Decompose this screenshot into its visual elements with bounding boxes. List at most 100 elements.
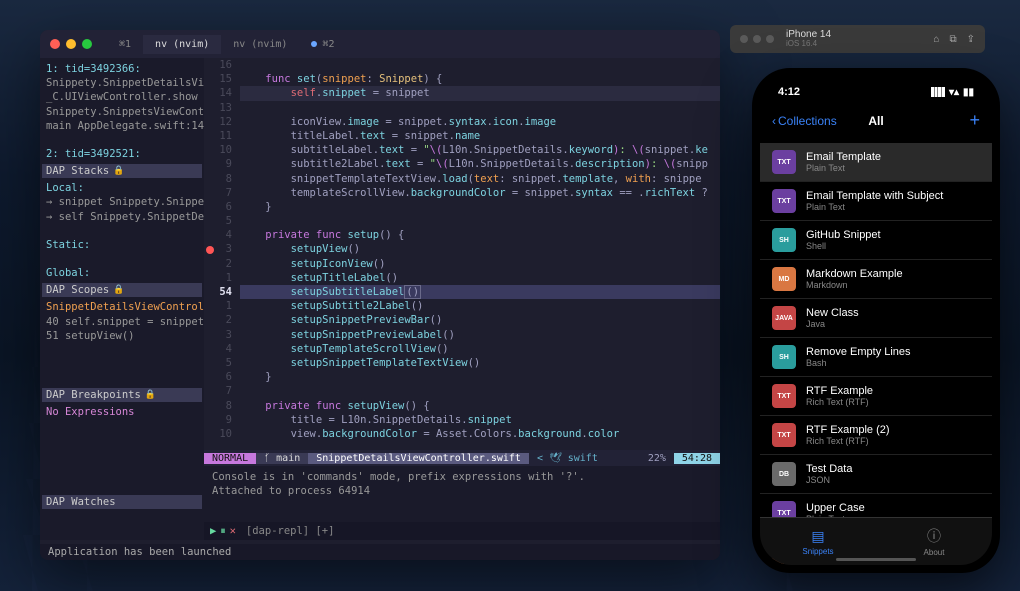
filename: SnippetDetailsViewController.swift — [308, 453, 529, 464]
file-type-icon: SH — [772, 345, 796, 369]
nav-bar: ‹Collections All + — [760, 104, 992, 137]
file-type-icon: TXT — [772, 423, 796, 447]
battery-icon: ▮▮ — [963, 87, 974, 98]
code-line[interactable] — [240, 384, 720, 398]
stop-icon[interactable]: ✕ — [230, 525, 236, 538]
home-icon[interactable]: ⌂ — [933, 34, 939, 45]
list-item[interactable]: MDMarkdown ExampleMarkdown — [760, 260, 992, 299]
code-line[interactable]: setupTemplateScrollView() — [240, 342, 720, 356]
screenshot-icon[interactable]: ⧉ — [949, 34, 956, 45]
debug-sidebar[interactable]: 1: tid=3492366: Snippety.SnippetDetailsV… — [40, 58, 204, 540]
share-icon[interactable]: ⇪ — [967, 34, 975, 45]
code-line[interactable]: func set(snippet: Snippet) { — [240, 72, 720, 86]
code-line[interactable]: templateScrollView.backgroundColor = sni… — [240, 186, 720, 200]
code-line[interactable]: snippetTemplateTextView.load(text: snipp… — [240, 172, 720, 186]
terminal-titlebar: ⌘1nv (nvim)nv (nvim)⌘2 — [40, 30, 720, 58]
snippet-list[interactable]: TXTEmail TemplatePlain TextTXTEmail Temp… — [760, 143, 992, 565]
os-version: iOS 16.4 — [786, 40, 933, 48]
dap-stacks-header[interactable]: DAP Stacks🔒 — [42, 164, 202, 178]
minimize-icon[interactable] — [66, 39, 76, 49]
line-number: 12 — [204, 115, 232, 129]
list-item[interactable]: TXTRTF Example (2)Rich Text (RTF) — [760, 416, 992, 455]
repl-tab[interactable]: [dap-repl] [+] — [246, 525, 335, 537]
tab-icon: ⓘ — [927, 526, 941, 546]
window-controls — [740, 35, 774, 43]
line-number: 9 — [204, 413, 232, 427]
sidebar-line[interactable]: _C.UIViewController.show → — [46, 90, 198, 104]
code-line[interactable]: self.snippet = snippet — [240, 86, 720, 100]
sidebar-line[interactable]: main AppDelegate.swift:14 — [46, 119, 198, 133]
list-item[interactable]: TXTRTF ExampleRich Text (RTF) — [760, 377, 992, 416]
code-line[interactable]: setupSnippetTemplateTextView() — [240, 356, 720, 370]
code-line[interactable]: setupIconView() — [240, 257, 720, 271]
item-subtitle: Java — [806, 319, 980, 329]
code-line[interactable]: iconView.image = snippet.syntax.icon.ima… — [240, 115, 720, 129]
code-line[interactable]: setupSnippetPreviewBar() — [240, 313, 720, 327]
item-title: RTF Example (2) — [806, 424, 980, 436]
code-line[interactable]: subtitleLabel.text = "\(L10n.SnippetDeta… — [240, 143, 720, 157]
file-type-icon: TXT — [772, 189, 796, 213]
bottom-bar: ▶ ⏸ ✕ [dap-repl] [+] — [204, 522, 720, 540]
sidebar-line[interactable]: → self Snippety.SnippetDe — [46, 210, 198, 224]
add-button[interactable]: + — [969, 110, 980, 131]
file-type-icon: SH — [772, 228, 796, 252]
sidebar-line[interactable]: 40 self.snippet = snippet — [46, 315, 198, 329]
list-item[interactable]: SHRemove Empty LinesBash — [760, 338, 992, 377]
terminal-tab[interactable]: ⌘2 — [299, 35, 346, 54]
code-line[interactable]: view.backgroundColor = Asset.Colors.back… — [240, 427, 720, 441]
list-item[interactable]: TXTEmail TemplatePlain Text — [760, 143, 992, 182]
sidebar-line[interactable]: Snippety.SnippetDetailsVi — [46, 76, 198, 90]
code-line[interactable]: setupSubtitle2Label() — [240, 299, 720, 313]
pause-icon[interactable]: ⏸ — [220, 525, 225, 538]
code-line[interactable]: title = L10n.SnippetDetails.snippet — [240, 413, 720, 427]
code-line[interactable]: setupView() — [240, 242, 720, 256]
list-item[interactable]: TXTEmail Template with SubjectPlain Text — [760, 182, 992, 221]
statusline: NORMAL ᚶ main SnippetDetailsViewControll… — [204, 450, 720, 466]
file-type-icon: DB — [772, 462, 796, 486]
sidebar-line[interactable]: → snippet Snippety.Snippe — [46, 195, 198, 209]
sidebar-line[interactable]: 51 setupView() — [46, 329, 198, 343]
list-item[interactable]: SHGitHub SnippetShell — [760, 221, 992, 260]
list-item[interactable]: JAVANew ClassJava — [760, 299, 992, 338]
code-line[interactable]: private func setupView() { — [240, 399, 720, 413]
breakpoint-icon[interactable] — [206, 246, 214, 254]
file-type-icon: TXT — [772, 150, 796, 174]
code-editor[interactable]: 161514131211109876543215412345678910 fun… — [204, 58, 720, 540]
code-line[interactable]: subtitle2Label.text = "\(L10n.SnippetDet… — [240, 157, 720, 171]
maximize-icon[interactable] — [82, 39, 92, 49]
back-button[interactable]: ‹Collections — [772, 114, 837, 128]
line-gutter: 161514131211109876543215412345678910 — [204, 58, 240, 450]
line-number: 2 — [204, 313, 232, 327]
code-line[interactable]: setupSnippetPreviewLabel() — [240, 328, 720, 342]
item-title: Test Data — [806, 463, 980, 475]
line-number: 6 — [204, 200, 232, 214]
dap-scopes-header[interactable]: DAP Scopes🔒 — [42, 283, 202, 297]
code-line[interactable]: } — [240, 370, 720, 384]
item-title: New Class — [806, 307, 980, 319]
code-line[interactable]: titleLabel.text = snippet.name — [240, 129, 720, 143]
code-line[interactable] — [240, 101, 720, 115]
close-icon[interactable] — [50, 39, 60, 49]
code-lines[interactable]: func set(snippet: Snippet) { self.snippe… — [240, 58, 720, 450]
code-line[interactable]: } — [240, 200, 720, 214]
line-number: 6 — [204, 370, 232, 384]
play-icon[interactable]: ▶ — [210, 525, 216, 538]
sidebar-line[interactable]: Snippety.SnippetsViewCont — [46, 105, 198, 119]
scroll-percent: 22% — [640, 453, 674, 464]
clock: 4:12 — [778, 86, 800, 98]
code-line[interactable]: private func setup() { — [240, 228, 720, 242]
list-item[interactable]: DBTest DataJSON — [760, 455, 992, 494]
code-line[interactable]: setupTitleLabel() — [240, 271, 720, 285]
dap-watches-header[interactable]: DAP Watches — [42, 495, 202, 509]
debug-console[interactable]: Console is in 'commands' mode, prefix ex… — [204, 466, 720, 522]
code-line[interactable] — [240, 58, 720, 72]
terminal-tab[interactable]: nv (nvim) — [143, 35, 221, 54]
terminal-tab[interactable]: ⌘1 — [107, 35, 143, 54]
code-line[interactable] — [240, 214, 720, 228]
git-branch: ᚶ main — [256, 453, 308, 464]
code-line[interactable]: setupSubtitleLabel() — [240, 285, 720, 299]
dap-breakpoints-header[interactable]: DAP Breakpoints🔒 — [42, 388, 202, 402]
terminal-tab[interactable]: nv (nvim) — [221, 35, 299, 54]
home-indicator[interactable] — [836, 558, 916, 561]
line-number: 4 — [204, 342, 232, 356]
